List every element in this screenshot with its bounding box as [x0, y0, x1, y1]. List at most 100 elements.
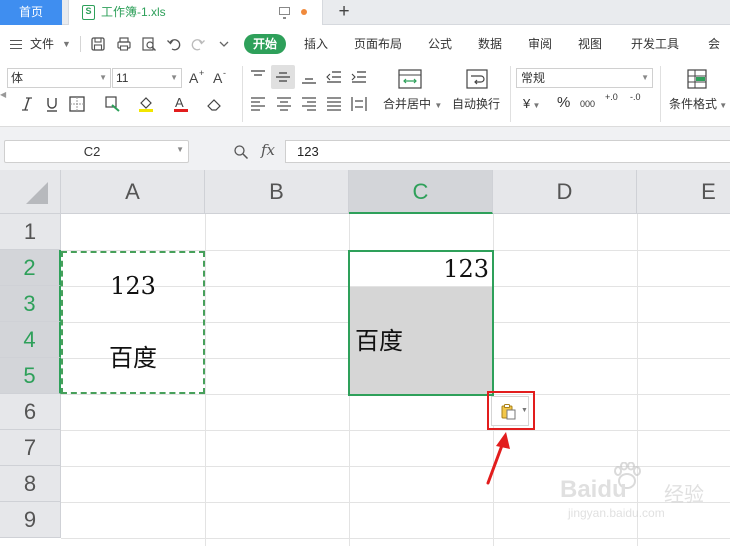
grid-line	[61, 430, 730, 431]
font-size-value: 11	[116, 71, 129, 85]
row-header-6[interactable]: 6	[0, 394, 61, 430]
fill-color-icon[interactable]	[137, 95, 155, 113]
menu-tab-formulas[interactable]: 公式	[428, 28, 452, 60]
wrap-text-label[interactable]: 自动换行	[452, 97, 500, 111]
borders-icon[interactable]	[68, 95, 86, 113]
column-header-b[interactable]: B	[205, 170, 349, 214]
justify-icon[interactable]	[325, 95, 343, 113]
column-header-c[interactable]: C	[349, 170, 493, 214]
column-header-d[interactable]: D	[493, 170, 637, 214]
formula-input[interactable]: 123	[285, 140, 730, 163]
font-name-value: 体	[11, 71, 24, 85]
menu-tab-page-layout[interactable]: 页面布局	[354, 28, 402, 60]
hamburger-menu-icon[interactable]	[10, 40, 22, 49]
zoom-icon[interactable]	[233, 144, 249, 160]
merge-center-text: 合并居中	[383, 97, 432, 111]
unsaved-dot-icon	[301, 9, 307, 15]
decrease-font-size-icon[interactable]: A -	[212, 68, 230, 86]
copy-marquee	[61, 251, 205, 394]
menu-tab-view[interactable]: 视图	[578, 28, 602, 60]
menu-row: 文件 ▼ 开始 插入 页面布局 公式 数据 审阅 视图 开发工具 会员	[0, 28, 730, 83]
select-all-triangle-icon	[26, 182, 48, 204]
align-top-icon[interactable]	[249, 68, 267, 86]
row-header-3[interactable]: 3	[0, 286, 61, 322]
percent-format-button[interactable]: %	[557, 95, 570, 110]
formula-bar: C2 ▼ fx 123	[0, 126, 730, 170]
insert-function-button[interactable]: fx	[261, 141, 275, 159]
baidu-watermark: Baidu 经验 jingyan.baidu.com	[560, 462, 725, 526]
format-painter-icon[interactable]	[104, 95, 122, 113]
print-icon[interactable]	[116, 36, 132, 52]
column-header-e[interactable]: E	[637, 170, 730, 214]
select-all-button[interactable]	[0, 170, 61, 214]
menu-tab-insert[interactable]: 插入	[304, 28, 328, 60]
watermark-url: jingyan.baidu.com	[568, 506, 665, 520]
undo-icon[interactable]	[166, 36, 182, 52]
increase-decimal-button[interactable]: +.0	[605, 92, 625, 102]
grid-line	[61, 538, 730, 539]
chevron-down-icon: ▼	[434, 101, 443, 110]
redo-icon[interactable]	[190, 36, 206, 52]
spreadsheet-grid[interactable]: A B C D E 1 2 3 4 5 6 7 8 9 123 百度 123 百…	[0, 170, 730, 546]
name-box-value: C2	[83, 144, 101, 159]
new-tab-button[interactable]: +	[333, 0, 355, 25]
distributed-align-icon[interactable]	[350, 95, 368, 113]
chevron-down-icon: ▼	[717, 101, 728, 110]
conditional-format-icon[interactable]	[686, 68, 708, 90]
merge-center-label[interactable]: 合并居中 ▼	[383, 97, 442, 113]
font-name-select[interactable]: 体 ▼	[7, 68, 111, 88]
align-bottom-icon[interactable]	[300, 68, 318, 86]
row-header-4[interactable]: 4	[0, 322, 61, 358]
font-size-select[interactable]: 11 ▼	[112, 68, 182, 88]
chevron-down-icon: ▼	[170, 73, 178, 82]
ribbon-collapse-icon[interactable]: ◀	[0, 90, 6, 99]
row-header-7[interactable]: 7	[0, 430, 61, 466]
menu-tab-review[interactable]: 审阅	[528, 28, 552, 60]
number-format-select[interactable]: 常规 ▼	[516, 68, 653, 88]
underline-icon[interactable]	[43, 95, 61, 113]
row-header-2[interactable]: 2	[0, 250, 61, 286]
quick-access-dropdown-icon[interactable]	[216, 36, 232, 52]
row-header-8[interactable]: 8	[0, 466, 61, 502]
monitor-icon[interactable]	[279, 7, 290, 19]
column-header-a[interactable]: A	[61, 170, 205, 214]
currency-format-button[interactable]: ¥ ▼	[523, 97, 540, 113]
watermark-brand-cn: 经验	[664, 484, 704, 506]
toolbar-divider	[510, 66, 511, 122]
thousands-separator-button[interactable]: 000	[580, 97, 595, 111]
conditional-format-label[interactable]: 条件格式 ▼	[669, 97, 727, 113]
decrease-decimal-button[interactable]: -.0	[630, 92, 650, 102]
chevron-down-icon: ▼	[530, 101, 541, 110]
annotation-arrow-icon	[486, 432, 510, 485]
document-title: 工作簿-1.xls	[101, 5, 166, 19]
font-color-icon[interactable]: A	[172, 95, 190, 113]
wrap-text-icon[interactable]	[465, 68, 489, 90]
row-header-9[interactable]: 9	[0, 502, 61, 538]
menu-tab-data[interactable]: 数据	[478, 28, 502, 60]
row-header-1[interactable]: 1	[0, 214, 61, 250]
file-menu[interactable]: 文件	[30, 28, 54, 60]
print-preview-icon[interactable]	[141, 36, 157, 52]
save-icon[interactable]	[90, 36, 106, 52]
name-box[interactable]: C2 ▼	[4, 140, 189, 163]
chevron-down-icon: ▼	[176, 145, 184, 154]
svg-text:A: A	[175, 95, 184, 110]
chevron-down-icon[interactable]: ▼	[62, 38, 71, 50]
increase-indent-icon[interactable]	[350, 68, 368, 86]
eraser-icon[interactable]	[205, 95, 223, 113]
menu-tab-developer[interactable]: 开发工具	[631, 28, 679, 60]
menu-tab-home[interactable]: 开始	[244, 34, 287, 54]
number-format-value: 常规	[521, 71, 546, 85]
row-header-5[interactable]: 5	[0, 358, 61, 394]
svg-text:+: +	[199, 68, 204, 78]
increase-font-size-icon[interactable]: A +	[188, 68, 206, 86]
italic-icon[interactable]	[18, 95, 36, 113]
align-left-icon[interactable]	[249, 95, 267, 113]
tab-document[interactable]: S 工作簿-1.xls	[68, 0, 323, 25]
merge-center-icon[interactable]	[397, 68, 423, 90]
decrease-indent-icon[interactable]	[325, 68, 343, 86]
tab-home[interactable]: 首页	[0, 0, 62, 25]
align-middle-button[interactable]	[271, 65, 295, 89]
align-right-icon[interactable]	[300, 95, 318, 113]
align-center-icon[interactable]	[275, 95, 293, 113]
